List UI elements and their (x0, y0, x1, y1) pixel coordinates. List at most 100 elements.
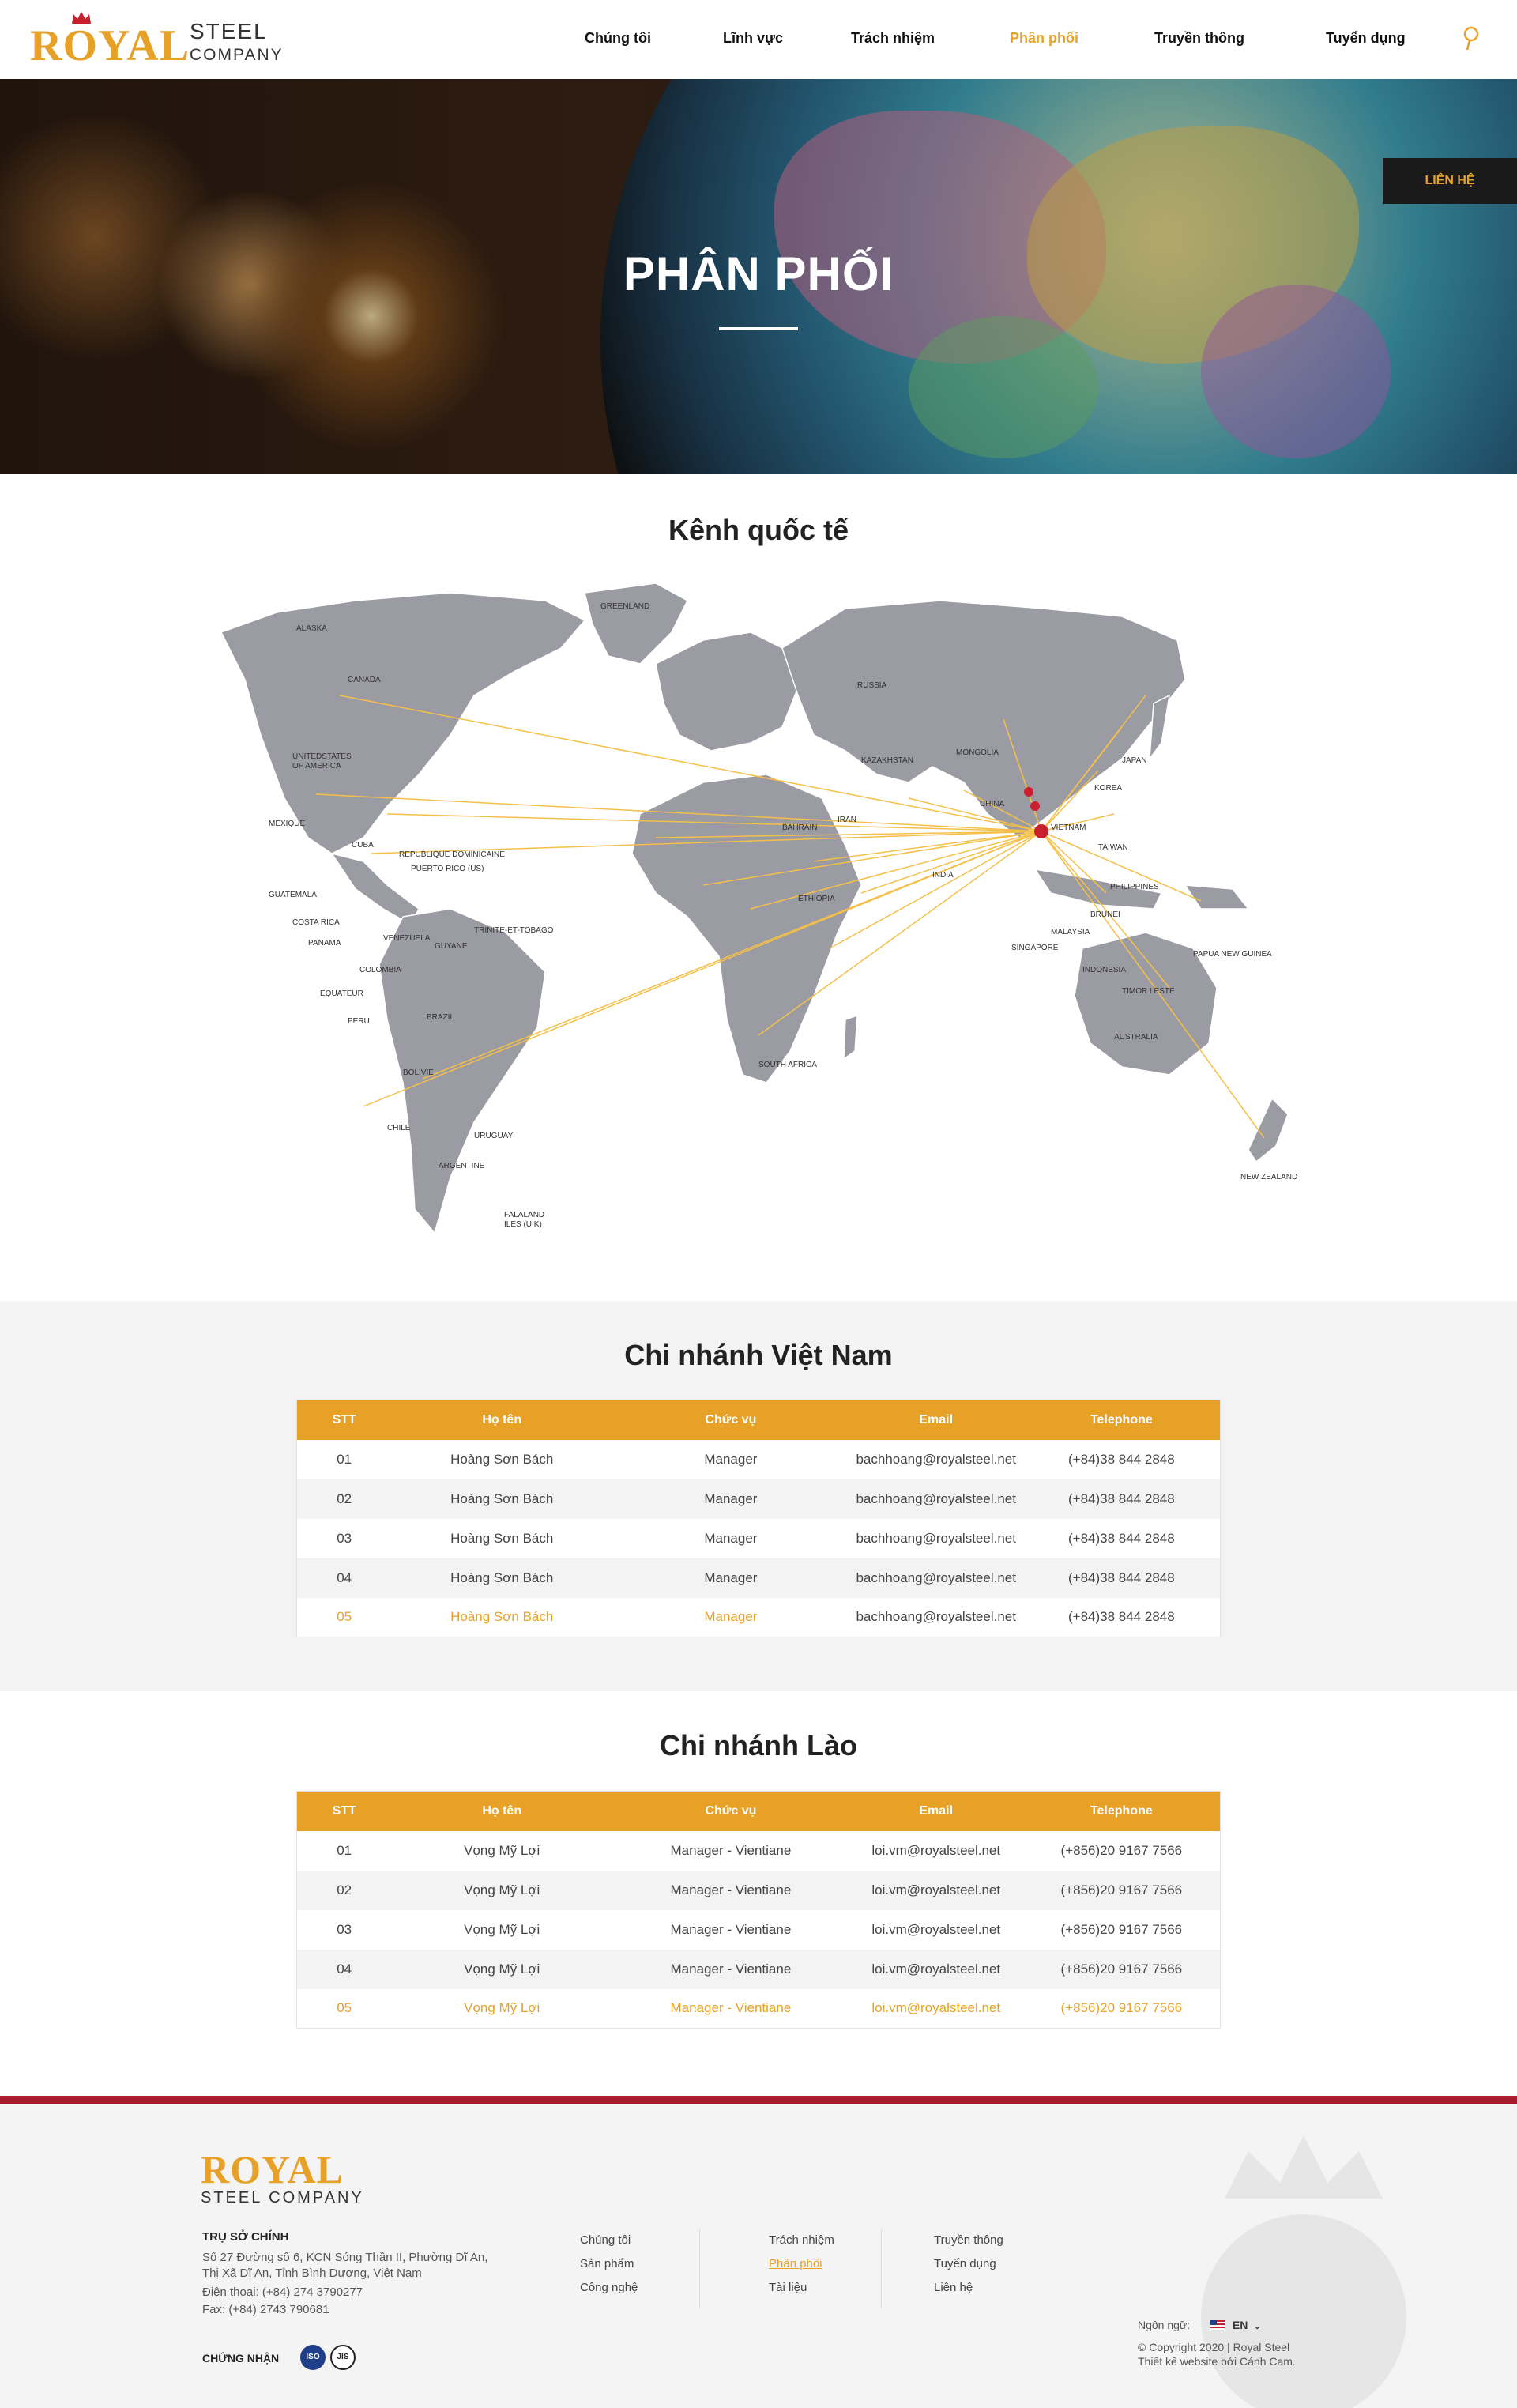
svg-text:BAHRAIN: BAHRAIN (782, 823, 817, 832)
col-position: Chức vụ (612, 1791, 849, 1831)
table-row[interactable]: 01 Vọng Mỹ Lợi Manager - Vientiane loi.v… (297, 1831, 1221, 1871)
table-row[interactable]: 04 Vọng Mỹ Lợi Manager - Vientiane loi.v… (296, 1949, 1221, 1989)
footer-link-cong-nghe[interactable]: Công nghệ (580, 2276, 638, 2300)
svg-text:NEW ZEALAND: NEW ZEALAND (1240, 1173, 1297, 1181)
footer-link-trach-nhiem[interactable]: Trách nhiệm (769, 2229, 834, 2252)
nav-truyen-thong[interactable]: Truyền thông (1154, 30, 1244, 47)
svg-text:PAPUA NEW GUINEA: PAPUA NEW GUINEA (1193, 950, 1272, 959)
col-stt: STT (296, 1791, 392, 1831)
language-label: Ngôn ngữ: (1138, 2319, 1191, 2331)
svg-text:TRINITE-ET-TOBAGO: TRINITE-ET-TOBAGO (474, 926, 554, 935)
contact-button[interactable]: LIÊN HỆ (1383, 158, 1517, 204)
svg-text:COLOMBIA: COLOMBIA (359, 966, 401, 974)
table-row-hovered[interactable]: 05 Hoàng Sơn Bách Manager bachhoang@roya… (297, 1598, 1221, 1637)
svg-text:GREENLAND: GREENLAND (600, 602, 649, 611)
footer-link-lien-he[interactable]: Liên hệ (934, 2276, 1003, 2300)
table-row[interactable]: 02 Vọng Mỹ Lợi Manager - Vientiane loi.v… (296, 1870, 1221, 1910)
svg-text:BOLIVIE: BOLIVIE (403, 1068, 434, 1077)
site-footer: ROYAL STEEL COMPANY TRỤ SỞ CHÍNH Số 27 Đ… (0, 2096, 1517, 2408)
site-header: ROYAL STEEL COMPANY Chúng tôi Lĩnh vực T… (0, 0, 1517, 79)
svg-text:KOREA: KOREA (1094, 784, 1122, 793)
nav-trach-nhiem[interactable]: Trách nhiệm (851, 30, 935, 47)
world-distribution-map: ALASKA CANADA UNITEDSTATES OF AMERICA ME… (220, 582, 1297, 1234)
svg-text:GUYANE: GUYANE (435, 942, 468, 951)
col-telephone: Telephone (1022, 1400, 1221, 1440)
search-icon[interactable] (1460, 25, 1482, 52)
svg-text:FALALAND: FALALAND (504, 1211, 544, 1219)
footer-link-chung-toi[interactable]: Chúng tôi (580, 2229, 638, 2252)
col-email: Email (849, 1400, 1023, 1440)
table-row-hovered[interactable]: 05 Vọng Mỹ Lợi Manager - Vientiane loi.v… (297, 1989, 1221, 2029)
svg-text:TAIWAN: TAIWAN (1098, 843, 1128, 852)
footer-logo[interactable]: ROYAL STEEL COMPANY (201, 2150, 364, 2207)
col-stt: STT (296, 1400, 392, 1440)
hq-title: TRỤ SỞ CHÍNH (202, 2230, 289, 2244)
table-row[interactable]: 03 Hoàng Sơn Bách Manager bachhoang@roya… (297, 1519, 1221, 1558)
nav-tuyen-dung[interactable]: Tuyển dụng (1326, 30, 1406, 47)
svg-text:GUATEMALA: GUATEMALA (269, 891, 317, 899)
svg-text:UNITEDSTATES: UNITEDSTATES (292, 752, 352, 761)
table-row[interactable]: 03 Vọng Mỹ Lợi Manager - Vientiane loi.v… (297, 1910, 1221, 1950)
footer-link-phan-phoi[interactable]: Phân phối (769, 2252, 834, 2276)
copyright: © Copyright 2020 | Royal Steel (1138, 2341, 1290, 2353)
svg-text:SOUTH AFRICA: SOUTH AFRICA (758, 1061, 817, 1069)
cert-title: CHỨNG NHẬN (202, 2352, 280, 2365)
svg-text:TIMOR LESTE: TIMOR LESTE (1122, 987, 1175, 996)
svg-text:PANAMA: PANAMA (308, 939, 341, 948)
svg-text:PERU: PERU (348, 1017, 370, 1026)
col-name: Họ tên (391, 1400, 613, 1440)
svg-text:ETHIOPIA: ETHIOPIA (798, 895, 835, 903)
svg-text:ALASKA: ALASKA (296, 624, 327, 633)
svg-text:RUSSIA: RUSSIA (857, 681, 887, 690)
svg-text:COSTA RICA: COSTA RICA (292, 918, 340, 927)
svg-text:MEXIQUE: MEXIQUE (269, 820, 305, 828)
us-flag-icon (1210, 2320, 1225, 2330)
svg-text:MONGOLIA: MONGOLIA (956, 748, 999, 757)
svg-text:SINGAPORE: SINGAPORE (1011, 944, 1059, 952)
svg-text:INDIA: INDIA (932, 871, 954, 880)
table-row[interactable]: 02 Hoàng Sơn Bách Manager bachhoang@roya… (296, 1479, 1221, 1519)
table-row[interactable]: 04 Hoàng Sơn Bách Manager bachhoang@roya… (296, 1558, 1221, 1598)
col-position: Chức vụ (612, 1400, 849, 1440)
svg-text:CUBA: CUBA (352, 841, 374, 850)
footer-link-tuyen-dung[interactable]: Tuyển dụng (934, 2252, 1003, 2276)
jis-badge-icon: JIS (330, 2345, 356, 2370)
nav-phan-phoi[interactable]: Phân phối (1010, 30, 1078, 47)
svg-text:CHINA: CHINA (980, 800, 1004, 808)
laos-branch-table: STT Họ tên Chức vụ Email Telephone 01 Vọ… (296, 1791, 1221, 2029)
col-telephone: Telephone (1022, 1791, 1221, 1831)
footer-link-san-pham[interactable]: Sản phẩm (580, 2252, 638, 2276)
svg-text:BRUNEI: BRUNEI (1090, 910, 1120, 919)
svg-text:OF AMERICA: OF AMERICA (292, 762, 341, 771)
svg-text:CANADA: CANADA (348, 676, 381, 684)
hero-banner: PHÂN PHỐI LIÊN HỆ (0, 79, 1517, 474)
svg-text:BRAZIL: BRAZIL (427, 1013, 454, 1022)
language-selector[interactable]: EN ⌄ (1210, 2319, 1261, 2331)
svg-text:ILES (U.K): ILES (U.K) (504, 1220, 542, 1229)
new-zealand-shape (1248, 1097, 1289, 1163)
svg-text:PUERTO RICO (US): PUERTO RICO (US) (411, 865, 484, 873)
footer-col-1: Chúng tôi Sản phẩm Công nghệ (580, 2229, 638, 2300)
laos-title: Chi nhánh Lào (660, 1729, 857, 1762)
title-underline (719, 327, 798, 330)
svg-text:ARGENTINE: ARGENTINE (439, 1162, 485, 1170)
main-nav: Chúng tôi Lĩnh vực Trách nhiệm Phân phối… (0, 0, 1517, 79)
svg-text:EQUATEUR: EQUATEUR (320, 989, 363, 998)
footer-link-tai-lieu[interactable]: Tài liệu (769, 2276, 834, 2300)
hq-address-1: Số 27 Đường số 6, KCN Sóng Thần II, Phườ… (202, 2251, 488, 2264)
col-name: Họ tên (391, 1791, 613, 1831)
iso-badge-icon: ISO (300, 2345, 326, 2370)
svg-text:URUGUAY: URUGUAY (474, 1132, 514, 1140)
svg-text:MALAYSIA: MALAYSIA (1051, 928, 1090, 936)
hq-phone: Điện thoại: (+84) 274 3790277 (202, 2286, 363, 2299)
design-credit[interactable]: Thiết kế website bởi Cánh Cam. (1138, 2355, 1296, 2368)
nav-linh-vuc[interactable]: Lĩnh vực (723, 30, 783, 47)
svg-text:JAPAN: JAPAN (1122, 756, 1147, 765)
greenland-shape (584, 582, 688, 665)
nav-chung-toi[interactable]: Chúng tôi (585, 30, 651, 47)
col-email: Email (849, 1791, 1023, 1831)
table-row[interactable]: 01 Hoàng Sơn Bách Manager bachhoang@roya… (297, 1440, 1221, 1479)
footer-link-truyen-thong[interactable]: Truyền thông (934, 2229, 1003, 2252)
svg-text:PHILIPPINES: PHILIPPINES (1110, 883, 1159, 891)
svg-text:CHILE: CHILE (387, 1124, 411, 1132)
